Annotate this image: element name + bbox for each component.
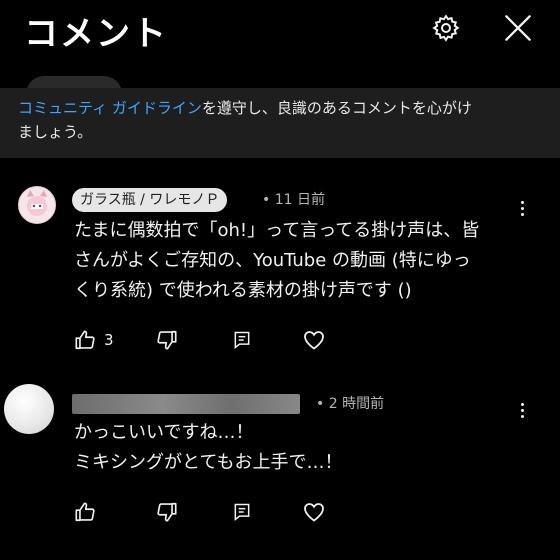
heart-icon: [304, 503, 324, 522]
community-guidelines-banner: コミュニティ ガイドラインを遵守し、良識のあるコメントを心がけ ましょう。: [0, 88, 560, 158]
page-title: コメント: [24, 14, 168, 54]
like-count: 3: [104, 331, 114, 349]
header: コメント: [0, 0, 560, 60]
thumbs-up-icon: [75, 330, 95, 350]
settings-button[interactable]: [426, 8, 466, 48]
comment-actions: 3: [70, 326, 370, 354]
heart-button[interactable]: [302, 498, 326, 526]
comment-text: かっこいいですね…！ ミキシングがとてもお上手で…！: [74, 418, 544, 478]
heart-icon: [304, 331, 324, 350]
close-icon: [505, 15, 531, 41]
comment-line: かっこいいですね…！: [74, 422, 254, 443]
like-button[interactable]: 3: [74, 326, 114, 354]
reply-button[interactable]: [232, 326, 252, 354]
community-guidelines-link[interactable]: コミュニティ ガイドライン: [18, 99, 202, 117]
author-name-redacted[interactable]: [72, 394, 300, 414]
comment-time: • 11 日前: [262, 192, 325, 208]
thumbs-down-icon: [157, 502, 177, 522]
dislike-button[interactable]: [156, 498, 178, 526]
reply-icon: [234, 503, 250, 522]
avatar[interactable]: [18, 186, 56, 224]
thumbs-up-icon: [75, 502, 95, 522]
gear-icon: [432, 14, 460, 42]
comment-line: たまに偶数拍で「oh!」って言ってる掛け声は、皆: [74, 220, 480, 241]
thumbs-down-icon: [157, 330, 177, 350]
author-name[interactable]: ガラス瓶 / ワレモノＰ: [72, 188, 228, 212]
comment-time: • 2 時間前: [316, 396, 385, 412]
like-button[interactable]: [74, 498, 96, 526]
dislike-button[interactable]: [156, 326, 178, 354]
comment-line: さんがよくご存知の、YouTube の動画 (特にゆっ: [74, 250, 471, 271]
comment-line: ミキシングがとてもお上手で…！: [74, 452, 343, 473]
close-button[interactable]: [498, 8, 538, 48]
banner-text-line2: ましょう。: [18, 123, 93, 141]
comment-text: たまに偶数拍で「oh!」って言ってる掛け声は、皆 さんがよくご存知の、YouTu…: [74, 216, 544, 306]
heart-button[interactable]: [302, 326, 326, 354]
reply-button[interactable]: [232, 498, 252, 526]
banner-text-line1: を遵守し、良識のあるコメントを心がけ: [201, 99, 472, 117]
comment-line: くり系統) で使われる素材の掛け声です (): [74, 280, 412, 301]
avatar[interactable]: [4, 384, 54, 434]
reply-icon: [234, 331, 250, 350]
comment-actions: [70, 498, 370, 526]
